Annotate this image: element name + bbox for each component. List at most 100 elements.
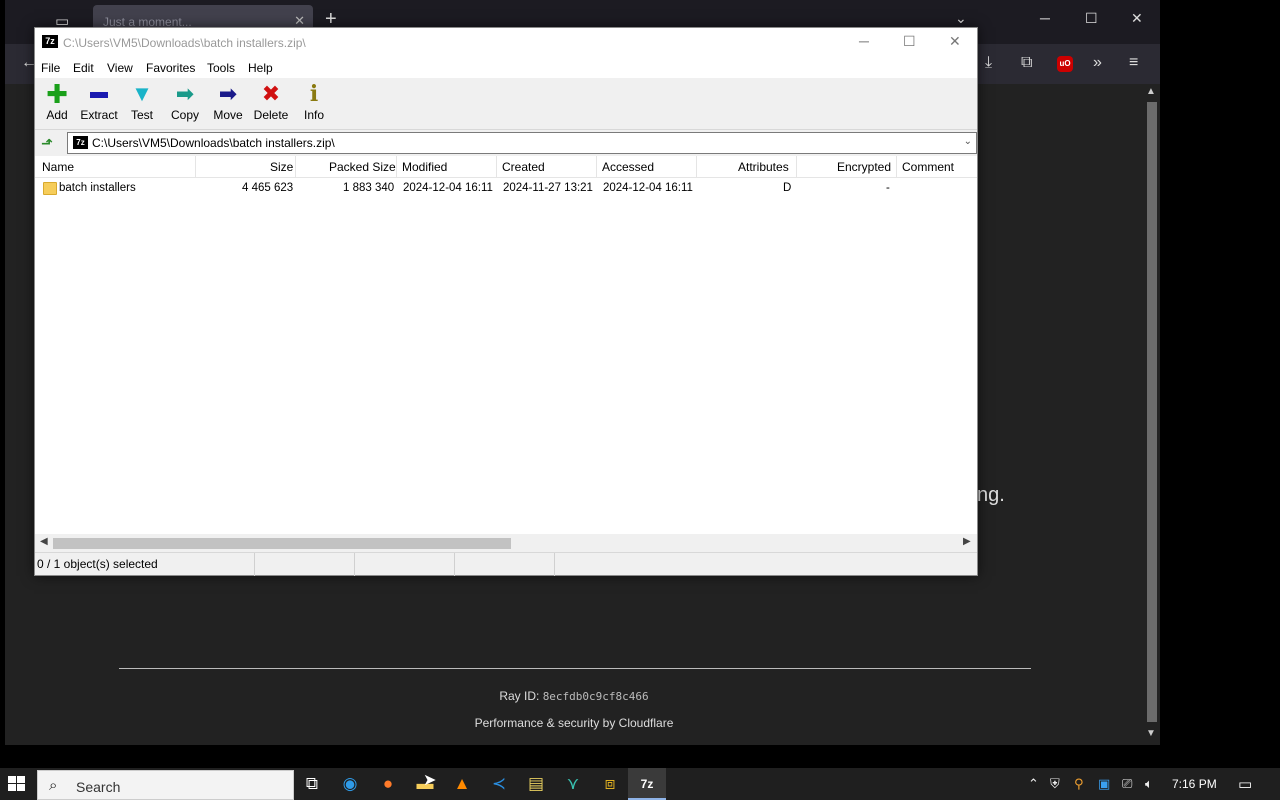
column-size[interactable]: Size	[270, 160, 293, 174]
notepad-icon[interactable]: ▤	[517, 768, 555, 800]
taskbar: ⌕ Search ⧉ ◉ ● ▬ ▲ ≺ ▤ ⋎ ⧈ 7z ⌃ ⛨ ⚲ ▣ ⎚ …	[0, 768, 1280, 800]
browser-scrollbar[interactable]: ▲ ▼	[1143, 84, 1160, 745]
menu-icon[interactable]: ≡	[1129, 54, 1138, 72]
task-view-icon[interactable]: ⧉	[293, 768, 331, 800]
column-separator[interactable]	[596, 156, 597, 178]
column-comment[interactable]: Comment	[902, 160, 954, 174]
search-box[interactable]: ⌕ Search	[37, 770, 294, 800]
delete-button[interactable]: ✖ Delete	[249, 82, 293, 126]
cell-encrypted: -	[886, 182, 890, 194]
column-accessed[interactable]: Accessed	[602, 160, 654, 174]
column-separator[interactable]	[796, 156, 797, 178]
extract-button[interactable]: Extract	[77, 82, 121, 126]
column-created[interactable]: Created	[502, 160, 545, 174]
scroll-down-icon[interactable]: ▼	[1146, 728, 1156, 739]
app-tray-icon[interactable]: ▣	[1098, 776, 1110, 792]
archive-icon: 7z	[73, 136, 88, 149]
minimize-icon[interactable]: ─	[1040, 10, 1050, 26]
status-panel	[255, 553, 355, 576]
extract-label: Extract	[80, 108, 118, 122]
address-bar: ⬏ 7z C:\Users\VM5\Downloads\batch instal…	[35, 130, 977, 156]
address-field[interactable]: 7z C:\Users\VM5\Downloads\batch installe…	[67, 132, 977, 154]
ray-id-value: 8ecfdb0c9cf8c466	[542, 690, 649, 703]
performance-text: Performance & security by	[474, 716, 616, 730]
menu-help[interactable]: Help	[248, 61, 273, 75]
move-label: Move	[213, 108, 243, 122]
tab-overflow-icon[interactable]: ⌄	[955, 10, 967, 27]
notifications-icon[interactable]: ▭	[1238, 775, 1252, 793]
toolbar: ✚ Add Extract ▼ Test ➡ Copy ➡ Move ✖ Del…	[35, 78, 977, 130]
menu-view[interactable]: View	[107, 61, 133, 75]
close-icon[interactable]: ✕	[949, 33, 961, 50]
test-button[interactable]: ▼ Test	[120, 82, 164, 126]
vscode-icon[interactable]: ≺	[480, 768, 518, 800]
close-icon[interactable]: ✕	[1131, 10, 1143, 27]
cloudflare-link[interactable]: Cloudflare	[619, 716, 674, 730]
chevron-down-icon[interactable]: ⌄	[964, 136, 972, 147]
menu-favorites[interactable]: Favorites	[146, 61, 195, 75]
check-down-icon: ▼	[131, 81, 153, 106]
clock[interactable]: 7:16 PM	[1172, 777, 1217, 791]
cell-attributes: D	[783, 182, 792, 194]
window-switcher-icon[interactable]: ⧈	[591, 768, 629, 800]
column-attributes[interactable]: Attributes	[738, 160, 789, 174]
volume-icon[interactable]: 🔈︎	[1145, 776, 1153, 792]
column-packed-size[interactable]: Packed Size	[329, 160, 396, 174]
column-separator[interactable]	[295, 156, 296, 178]
sevenzip-titlebar: 7z C:\Users\VM5\Downloads\batch installe…	[35, 28, 977, 58]
ray-id-label: Ray ID:	[499, 689, 540, 703]
minimize-icon[interactable]: ─	[859, 33, 869, 49]
scroll-up-icon[interactable]: ▲	[1146, 86, 1156, 97]
sevenzip-taskbar-icon[interactable]: 7z	[628, 768, 666, 800]
copy-button[interactable]: ➡ Copy	[163, 82, 207, 126]
menu-file[interactable]: File	[41, 61, 60, 75]
file-list[interactable]: Name Size Packed Size Modified Created A…	[35, 156, 977, 552]
ray-id-line: Ray ID: 8ecfdb0c9cf8c466	[5, 689, 1143, 703]
security-icon[interactable]: ⛨	[1050, 776, 1060, 792]
downloads-icon[interactable]: ⤓	[985, 54, 992, 72]
menu-edit[interactable]: Edit	[73, 61, 94, 75]
add-label: Add	[46, 108, 68, 122]
maximize-icon[interactable]: ☐	[903, 33, 916, 50]
network-icon[interactable]: ⎚	[1122, 776, 1132, 792]
firefox-icon[interactable]: ●	[369, 768, 407, 800]
page-text-fragment: ng.	[977, 484, 1005, 506]
sevenzip-window: 7z C:\Users\VM5\Downloads\batch installe…	[34, 27, 978, 576]
add-button[interactable]: ✚ Add	[35, 81, 79, 126]
extensions-icon[interactable]: ⧉	[1021, 54, 1032, 72]
tray-overflow-icon[interactable]: ⌃	[1028, 776, 1039, 792]
status-bar: 0 / 1 object(s) selected	[35, 552, 977, 576]
menu-tools[interactable]: Tools	[207, 61, 235, 75]
column-separator[interactable]	[396, 156, 397, 178]
folder-up-icon[interactable]: ⬏	[41, 135, 53, 152]
table-row[interactable]: batch installers 4 465 623 1 883 340 202…	[35, 179, 977, 199]
vlc-icon[interactable]: ▲	[443, 768, 481, 800]
info-button[interactable]: i Info	[292, 82, 336, 126]
column-separator[interactable]	[896, 156, 897, 178]
column-separator[interactable]	[195, 156, 196, 178]
horizontal-scrollbar[interactable]: ◀ ▶	[35, 534, 977, 552]
column-separator[interactable]	[696, 156, 697, 178]
column-encrypted[interactable]: Encrypted	[837, 160, 891, 174]
column-modified[interactable]: Modified	[402, 160, 447, 174]
delete-label: Delete	[253, 108, 289, 122]
app-icon[interactable]: ⋎	[554, 768, 592, 800]
search-tray-icon[interactable]: ⚲	[1074, 776, 1084, 792]
windows-start-icon[interactable]	[8, 776, 26, 792]
list-header: Name Size Packed Size Modified Created A…	[35, 156, 977, 178]
scroll-left-icon[interactable]: ◀	[40, 536, 48, 547]
cell-accessed: 2024-12-04 16:11	[603, 182, 693, 194]
test-label: Test	[130, 108, 153, 122]
maximize-icon[interactable]: ☐	[1085, 10, 1098, 27]
scroll-thumb[interactable]	[1147, 102, 1157, 722]
ublock-icon[interactable]: uO	[1057, 56, 1073, 72]
column-separator[interactable]	[496, 156, 497, 178]
move-button[interactable]: ➡ Move	[206, 82, 250, 126]
menu-bar: File Edit View Favorites Tools Help	[35, 58, 977, 78]
column-name[interactable]: Name	[42, 160, 74, 174]
edge-icon[interactable]: ◉	[331, 768, 369, 800]
scroll-thumb[interactable]	[53, 538, 511, 549]
overflow-chevron-icon[interactable]: »	[1093, 54, 1102, 72]
sevenzip-app-icon: 7z	[42, 35, 58, 48]
scroll-right-icon[interactable]: ▶	[963, 536, 971, 547]
